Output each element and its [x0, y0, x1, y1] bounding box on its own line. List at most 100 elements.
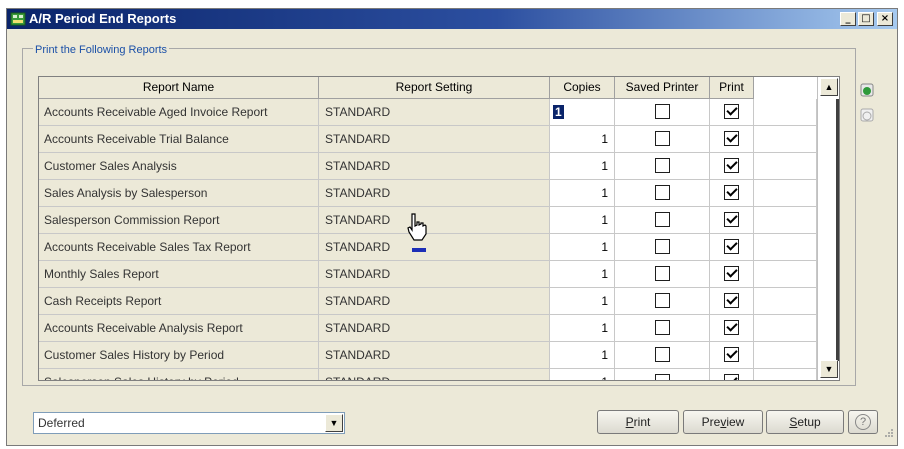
copies-value[interactable]: 1	[601, 132, 608, 146]
close-button[interactable]: ×	[877, 12, 893, 26]
table-row[interactable]: Salesperson Sales History by Period STAND…	[39, 369, 817, 380]
saved-printer-checkbox[interactable]	[654, 266, 670, 282]
copies-value[interactable]: 1	[601, 186, 608, 200]
header-saved-printer[interactable]: Saved Printer	[615, 77, 710, 99]
report-name-cell[interactable]: Customer Sales History by Period	[39, 342, 319, 369]
copies-value[interactable]: 1	[601, 348, 608, 362]
copies-cell[interactable]: 1	[550, 153, 615, 180]
dropdown-arrow-icon[interactable]: ▼	[325, 414, 343, 432]
table-row[interactable]: Cash Receipts Report STANDARD 1	[39, 288, 817, 315]
print-checkbox[interactable]	[724, 185, 739, 201]
table-row[interactable]: Accounts Receivable Trial Balance STANDAR…	[39, 126, 817, 153]
saved-printer-checkbox[interactable]	[654, 131, 670, 147]
saved-printer-checkbox[interactable]	[654, 347, 670, 363]
report-name-cell[interactable]: Salesperson Commission Report	[39, 207, 319, 234]
print-checkbox[interactable]	[724, 293, 739, 309]
copies-value[interactable]: 1	[601, 294, 608, 308]
report-name-cell[interactable]: Customer Sales Analysis	[39, 153, 319, 180]
report-name-cell[interactable]: Accounts Receivable Analysis Report	[39, 315, 319, 342]
scrollbar-thumb[interactable]	[836, 99, 839, 361]
table-row[interactable]: Accounts Receivable Analysis Report STAND…	[39, 315, 817, 342]
copies-value[interactable]: 1	[601, 267, 608, 281]
setup-button[interactable]: Setup	[766, 410, 844, 434]
report-setting-cell[interactable]: STANDARD	[319, 180, 550, 207]
header-copies[interactable]: Copies	[550, 77, 615, 99]
title-bar[interactable]: A/R Period End Reports _ □ ×	[7, 9, 897, 29]
print-checkbox[interactable]	[724, 374, 739, 380]
copies-cell[interactable]: 1	[550, 369, 615, 380]
report-name-cell[interactable]: Accounts Receivable Sales Tax Report	[39, 234, 319, 261]
print-checkbox[interactable]	[724, 239, 739, 255]
print-checkbox[interactable]	[724, 158, 739, 174]
saved-printer-checkbox[interactable]	[654, 293, 670, 309]
copies-cell[interactable]: 1	[550, 207, 615, 234]
report-setting-cell[interactable]: STANDARD	[319, 315, 550, 342]
report-name-cell[interactable]: Monthly Sales Report	[39, 261, 319, 288]
report-setting-cell[interactable]: STANDARD	[319, 126, 550, 153]
report-name-cell[interactable]: Sales Analysis by Salesperson	[39, 180, 319, 207]
header-report-name[interactable]: Report Name	[39, 77, 319, 99]
print-setup-icon[interactable]	[858, 81, 876, 99]
report-setting-cell[interactable]: STANDARD	[319, 153, 550, 180]
saved-printer-checkbox[interactable]	[654, 158, 670, 174]
copies-cell[interactable]: 1	[550, 261, 615, 288]
print-checkbox[interactable]	[724, 104, 739, 120]
copies-cell[interactable]: 1	[550, 99, 615, 126]
copies-cell[interactable]: 1	[550, 234, 615, 261]
print-checkbox[interactable]	[724, 131, 739, 147]
report-setting-cell[interactable]: STANDARD	[319, 207, 550, 234]
saved-printer-checkbox[interactable]	[654, 212, 670, 228]
copies-value[interactable]: 1	[601, 321, 608, 335]
report-name-cell[interactable]: Accounts Receivable Trial Balance	[39, 126, 319, 153]
copies-value[interactable]: 1	[601, 159, 608, 173]
saved-printer-checkbox[interactable]	[654, 239, 670, 255]
table-row[interactable]: Customer Sales History by Period STANDARD…	[39, 342, 817, 369]
print-checkbox[interactable]	[724, 320, 739, 336]
report-setting-cell[interactable]: STANDARD	[319, 234, 550, 261]
scroll-up-arrow-icon[interactable]: ▲	[820, 78, 838, 96]
copies-cell[interactable]: 1	[550, 342, 615, 369]
vertical-scrollbar[interactable]: ▲ ▼	[817, 77, 839, 380]
resize-grip-icon[interactable]	[884, 428, 894, 438]
report-name-cell[interactable]: Cash Receipts Report	[39, 288, 319, 315]
copies-value[interactable]: 1	[601, 213, 608, 227]
table-row[interactable]: Customer Sales Analysis STANDARD 1	[39, 153, 817, 180]
preview-button[interactable]: Preview	[683, 410, 763, 434]
scroll-down-arrow-icon[interactable]: ▼	[820, 360, 838, 378]
report-setting-cell[interactable]: STANDARD	[319, 369, 550, 380]
copies-cell[interactable]: 1	[550, 288, 615, 315]
report-setting: STANDARD	[325, 105, 391, 119]
copies-cell[interactable]: 1	[550, 180, 615, 207]
print-button[interactable]: Print	[597, 410, 679, 434]
hand-cursor-icon	[407, 213, 427, 241]
maximize-button[interactable]: □	[858, 12, 874, 26]
report-setting-cell[interactable]: STANDARD	[319, 288, 550, 315]
report-name-cell[interactable]: Accounts Receivable Aged Invoice Report	[39, 99, 319, 126]
table-row[interactable]: Monthly Sales Report STANDARD 1	[39, 261, 817, 288]
copies-cell[interactable]: 1	[550, 126, 615, 153]
table-row[interactable]: Accounts Receivable Aged Invoice Report S…	[39, 99, 817, 126]
header-report-setting[interactable]: Report Setting	[319, 77, 550, 99]
print-mode-select[interactable]: Deferred ▼	[33, 412, 345, 434]
row-filler	[754, 126, 817, 153]
report-setting-cell[interactable]: STANDARD	[319, 99, 550, 126]
copies-cell[interactable]: 1	[550, 315, 615, 342]
report-name-cell[interactable]: Salesperson Sales History by Period	[39, 369, 319, 380]
table-row[interactable]: Sales Analysis by Salesperson STANDARD 1	[39, 180, 817, 207]
copies-value[interactable]: 1	[601, 240, 608, 254]
copies-value[interactable]: 1	[601, 375, 608, 380]
minimize-button[interactable]: _	[840, 12, 856, 26]
report-setting-cell[interactable]: STANDARD	[319, 261, 550, 288]
saved-printer-checkbox[interactable]	[654, 104, 670, 120]
saved-printer-checkbox[interactable]	[654, 374, 670, 380]
print-cell	[710, 342, 754, 369]
copies-value[interactable]: 1	[553, 105, 564, 119]
print-checkbox[interactable]	[724, 212, 739, 228]
report-setting-cell[interactable]: STANDARD	[319, 342, 550, 369]
print-checkbox[interactable]	[724, 266, 739, 282]
header-print[interactable]: Print	[710, 77, 754, 99]
help-button[interactable]: ?	[848, 410, 878, 434]
saved-printer-checkbox[interactable]	[654, 185, 670, 201]
print-checkbox[interactable]	[724, 347, 739, 363]
saved-printer-checkbox[interactable]	[654, 320, 670, 336]
